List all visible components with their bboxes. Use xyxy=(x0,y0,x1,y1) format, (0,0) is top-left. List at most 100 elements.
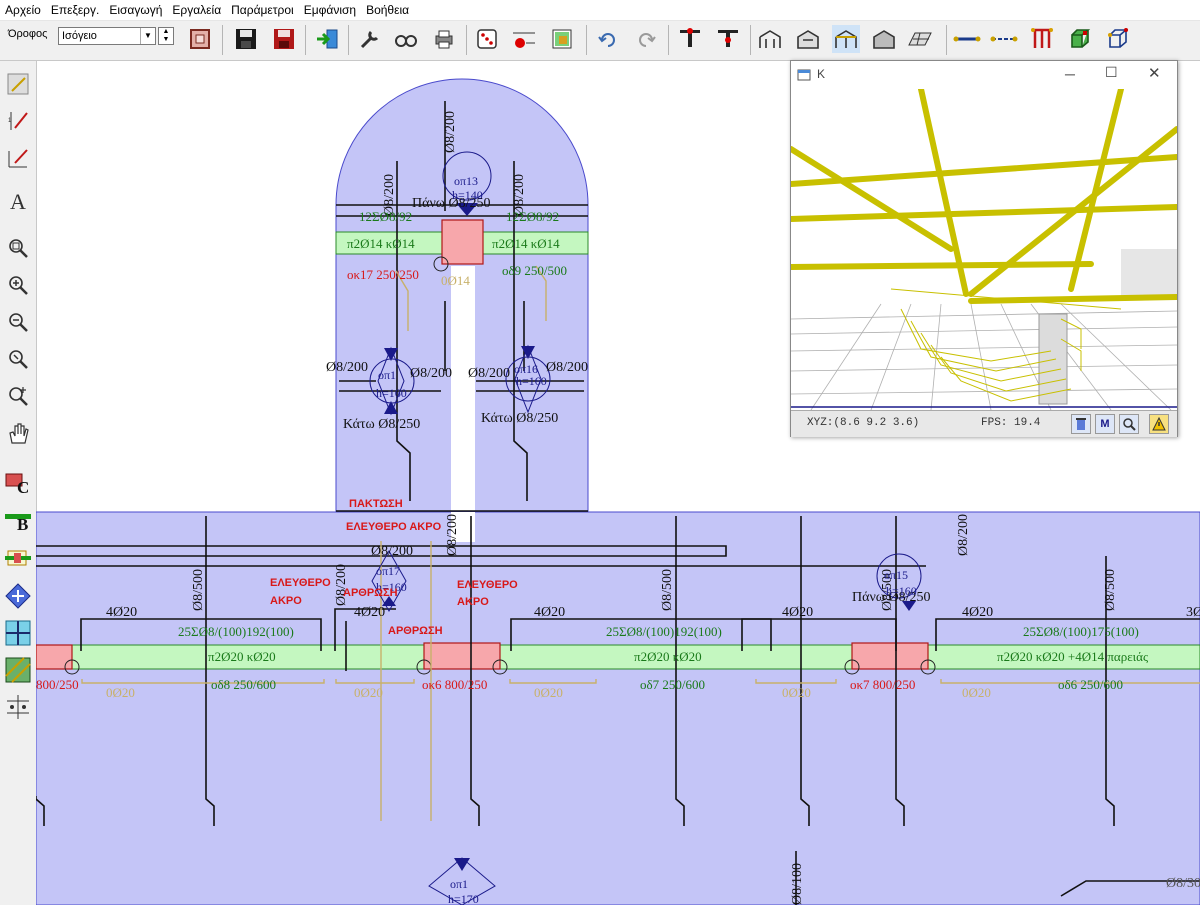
label-bot-bars: 0Ø20 xyxy=(534,685,563,700)
settings-button[interactable] xyxy=(356,25,384,53)
load-button[interactable] xyxy=(510,25,538,53)
label-free-end: ΕΛΕΥΘΕΡΟ ΑΚΡΟ xyxy=(346,521,442,533)
menu-help[interactable]: Βοήθεια xyxy=(361,3,414,17)
frame-3d-button-3[interactable] xyxy=(832,25,860,53)
label-bar-8-200: Ø8/200 xyxy=(334,564,349,606)
viewer-settings-button[interactable] xyxy=(1071,414,1091,434)
viewer-title: Κ xyxy=(817,67,826,81)
save-button[interactable] xyxy=(232,25,260,53)
cube-wire-icon xyxy=(1108,28,1129,48)
label-arthrosi: ΑΡΘΡΩΣΗ xyxy=(388,625,443,637)
redo-icon xyxy=(639,33,656,47)
column-c-label: C xyxy=(17,478,30,497)
column-k7[interactable] xyxy=(851,642,929,670)
viewer-titlebar[interactable]: Κ ─ ☐ ✕ xyxy=(791,61,1177,89)
palette-button[interactable] xyxy=(548,25,576,53)
save-as-button[interactable] xyxy=(270,25,298,53)
column-k6[interactable] xyxy=(423,642,501,670)
menu-view[interactable]: Εμφάνιση xyxy=(299,3,361,17)
zoom-realtime-icon xyxy=(9,387,28,406)
menu-tools[interactable]: Εργαλεία xyxy=(167,3,226,17)
wrench-icon xyxy=(360,30,379,49)
label-beam-ok8: οδ8 250/600 xyxy=(211,677,276,692)
toolbar-divider xyxy=(466,25,467,55)
undo-button[interactable] xyxy=(594,25,622,53)
chevron-down-icon[interactable]: ▼ xyxy=(140,28,155,44)
red-dot-load-icon xyxy=(513,32,535,48)
hatch-tool-button[interactable] xyxy=(3,655,33,685)
label-beam-pi-14: π2Ø14 κØ14 xyxy=(492,236,560,251)
fps-readout: FPS: 19.4 xyxy=(981,417,1041,429)
frame-3d-button-2[interactable] xyxy=(794,25,822,53)
main-slab[interactable] xyxy=(36,511,1200,905)
main-toolbar: Όροφος Ισόγειο ▼ ▲ ▼ xyxy=(0,21,1200,61)
slab-grid-button[interactable] xyxy=(906,25,934,53)
zoom-in-button[interactable] xyxy=(3,270,33,300)
rebar-section-button[interactable] xyxy=(3,692,33,722)
zoom-previous-button[interactable] xyxy=(3,344,33,374)
frame-button[interactable] xyxy=(186,25,214,53)
label-bar-8-200: Ø8/200 xyxy=(443,111,458,153)
menu-insert[interactable]: Εισαγωγή xyxy=(104,3,167,17)
column-tool-button[interactable]: C xyxy=(3,468,33,498)
maximize-icon[interactable]: ☐ xyxy=(1105,64,1118,81)
grid-plane-icon xyxy=(908,32,932,46)
cube-button[interactable] xyxy=(1066,25,1094,53)
menu-edit[interactable]: Επεξεργ. xyxy=(46,3,105,17)
column-load-button[interactable] xyxy=(676,25,704,53)
beam-column-tool-button[interactable] xyxy=(3,544,33,574)
beam-button[interactable] xyxy=(953,25,981,53)
slab-13-h: h=140 xyxy=(452,188,483,202)
label-top-bars: 4Ø20 xyxy=(534,605,565,620)
viewer-3d-scene[interactable] xyxy=(791,89,1177,410)
undo-icon xyxy=(598,33,615,47)
viewer-mode-button[interactable]: M xyxy=(1095,414,1115,434)
column-load-button-2[interactable] xyxy=(714,25,742,53)
viewer-zoom-button[interactable] xyxy=(1119,414,1139,434)
label-free: ΕΛΕΥΘΕΡΟ xyxy=(457,579,518,591)
column-load-icon xyxy=(718,30,738,47)
floor-spinner[interactable]: ▲ ▼ xyxy=(158,27,174,45)
hatch-green-icon xyxy=(5,657,31,683)
edit-line-button[interactable] xyxy=(3,143,33,173)
zoom-realtime-button[interactable] xyxy=(3,381,33,411)
zoom-out-button[interactable] xyxy=(3,307,33,337)
viewer-warning-button[interactable] xyxy=(1149,414,1169,434)
toolbar-divider xyxy=(946,25,947,55)
label-beam-ok9: οδ9 250/500 xyxy=(502,263,567,278)
foundation-tool-button[interactable] xyxy=(3,581,33,611)
dice-button[interactable] xyxy=(473,25,501,53)
beam-tool-button[interactable]: B xyxy=(3,507,33,537)
label-bottom: Κάτω Ø8/250 xyxy=(343,417,420,432)
redo-button[interactable] xyxy=(632,25,660,53)
menu-file[interactable]: Αρχείο xyxy=(0,3,46,17)
frame-3d-button-4[interactable] xyxy=(870,25,898,53)
close-icon[interactable]: ✕ xyxy=(1148,64,1161,82)
frame-portal-button[interactable] xyxy=(1028,25,1056,53)
viewer-3d-window[interactable]: Κ ─ ☐ ✕ XYZ:(8.6 9.2 3.6) FPS: 19.4 M xyxy=(790,60,1178,437)
label-top-bars: 4Ø20 xyxy=(782,605,813,620)
slab-opening xyxy=(451,266,475,512)
text-button[interactable]: A xyxy=(3,187,33,217)
print-button[interactable] xyxy=(430,25,458,53)
menu-bar: Αρχείο Επεξεργ. Εισαγωγή Εργαλεία Παράμε… xyxy=(0,0,1200,21)
beam-dashed-button[interactable] xyxy=(990,25,1018,53)
floor-select[interactable]: Ισόγειο ▼ xyxy=(58,27,156,45)
export-button[interactable] xyxy=(313,25,341,53)
column-top[interactable] xyxy=(441,219,484,265)
column-left[interactable] xyxy=(36,644,73,670)
pan-button[interactable] xyxy=(3,418,33,448)
preview-button[interactable] xyxy=(392,25,420,53)
draw-slab-button[interactable] xyxy=(3,69,33,99)
dimension-button[interactable]: 1 xyxy=(3,106,33,136)
menu-parameters[interactable]: Παράμετροι xyxy=(226,3,299,17)
cube-wire-button[interactable] xyxy=(1104,25,1132,53)
label-bar-8-200: Ø8/200 xyxy=(410,366,452,381)
minimize-icon[interactable]: ─ xyxy=(1065,66,1075,82)
zoom-window-button[interactable] xyxy=(3,233,33,263)
slab-tool-button[interactable] xyxy=(3,618,33,648)
frame-3d-button[interactable] xyxy=(756,25,784,53)
beam-line-icon xyxy=(953,36,981,42)
window-app-icon xyxy=(797,69,811,81)
label-beam-pi-20: π2Ø20 κØ20 xyxy=(634,649,702,664)
